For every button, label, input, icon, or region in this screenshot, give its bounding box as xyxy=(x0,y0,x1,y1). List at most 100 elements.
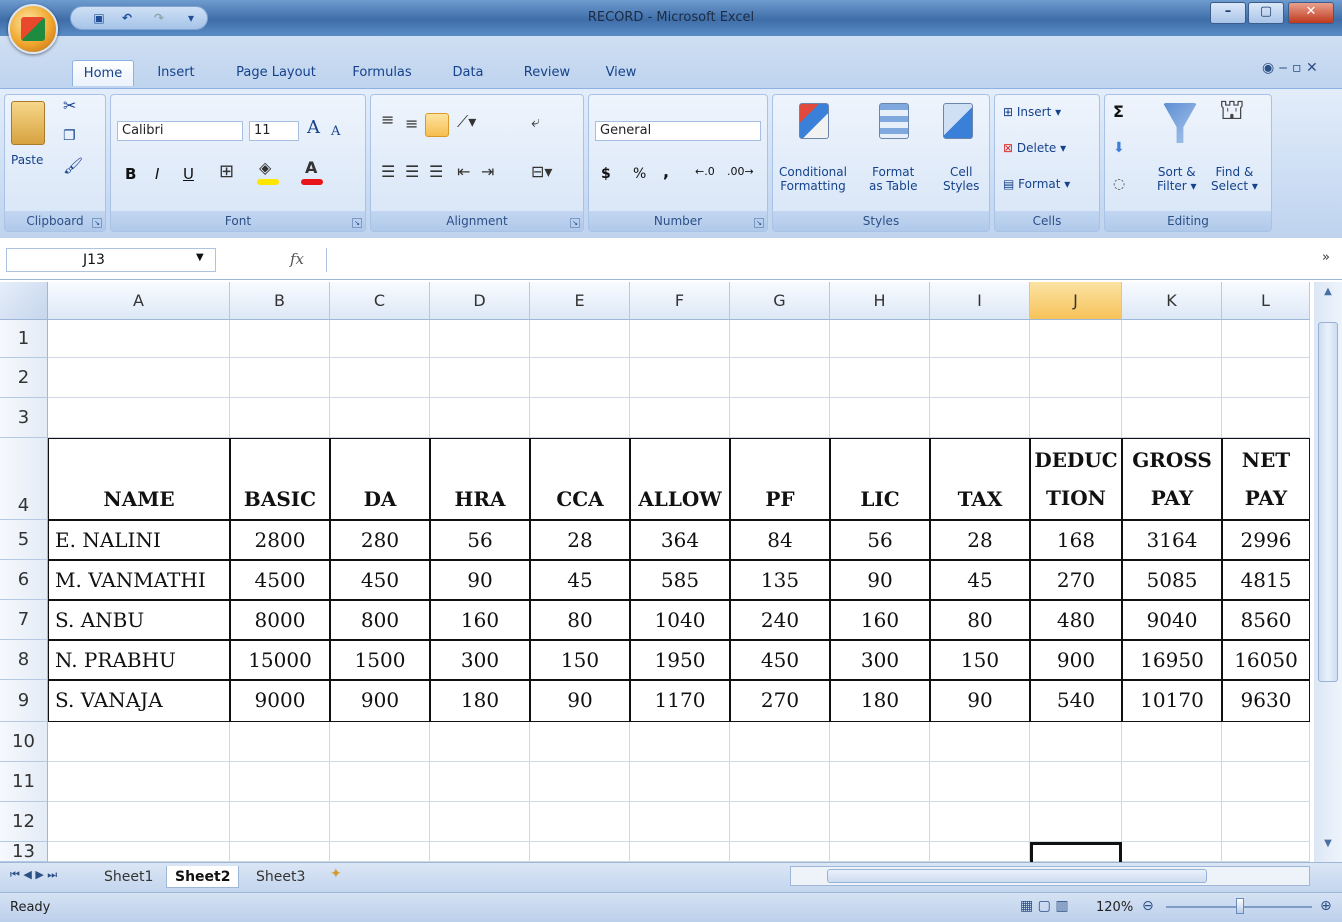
alignment-dialog-launcher[interactable]: ↘ xyxy=(570,218,580,228)
cell-L4[interactable]: NET PAY xyxy=(1222,438,1310,520)
fill-bucket-icon[interactable]: ◈ xyxy=(259,160,271,176)
cell-G6[interactable]: 135 xyxy=(730,560,830,600)
cell-H4[interactable]: LIC xyxy=(830,438,930,520)
fill-icon[interactable]: ⬇ xyxy=(1113,141,1125,155)
cell-I2[interactable] xyxy=(930,358,1030,398)
paste-button[interactable]: Paste xyxy=(11,153,43,167)
cell-I11[interactable] xyxy=(930,762,1030,802)
row-header-6[interactable]: 6 xyxy=(0,560,48,600)
column-header-i[interactable]: I xyxy=(930,282,1030,320)
cell-L10[interactable] xyxy=(1222,722,1310,762)
cell-G13[interactable] xyxy=(730,842,830,862)
expand-formula-bar-icon[interactable]: » xyxy=(1322,250,1330,265)
cell-C5[interactable]: 280 xyxy=(330,520,430,560)
cell-C11[interactable] xyxy=(330,762,430,802)
format-painter-icon[interactable]: 🖌 xyxy=(63,158,83,174)
number-format-combo[interactable]: General xyxy=(595,121,761,141)
cell-H10[interactable] xyxy=(830,722,930,762)
cell-E5[interactable]: 28 xyxy=(530,520,630,560)
cell-E11[interactable] xyxy=(530,762,630,802)
cell-L3[interactable] xyxy=(1222,398,1310,438)
cell-J2[interactable] xyxy=(1030,358,1122,398)
comma-button[interactable]: , xyxy=(663,164,669,180)
cell-A12[interactable] xyxy=(48,802,230,842)
cell-J11[interactable] xyxy=(1030,762,1122,802)
cell-E8[interactable]: 150 xyxy=(530,640,630,680)
cell-D1[interactable] xyxy=(430,320,530,358)
align-middle-icon[interactable]: ≡ xyxy=(405,116,418,132)
vertical-scroll-thumb[interactable] xyxy=(1318,322,1338,682)
cell-K10[interactable] xyxy=(1122,722,1222,762)
column-header-e[interactable]: E xyxy=(530,282,630,320)
cell-I4[interactable]: TAX xyxy=(930,438,1030,520)
cell-B3[interactable] xyxy=(230,398,330,438)
zoom-level[interactable]: 120% xyxy=(1096,900,1133,915)
cell-A9[interactable]: S. VANAJA xyxy=(48,680,230,722)
cell-I5[interactable]: 28 xyxy=(930,520,1030,560)
horizontal-scroll-thumb[interactable] xyxy=(827,869,1207,883)
cell-E2[interactable] xyxy=(530,358,630,398)
insert-cells-button[interactable]: ⊞ Insert ▾ xyxy=(1003,105,1061,119)
zoom-in-icon[interactable]: ⊕ xyxy=(1320,898,1332,914)
cell-H1[interactable] xyxy=(830,320,930,358)
autosum-button[interactable]: Σ xyxy=(1113,104,1124,120)
column-header-a[interactable]: A xyxy=(48,282,230,320)
row-header-3[interactable]: 3 xyxy=(0,398,48,438)
cell-B8[interactable]: 15000 xyxy=(230,640,330,680)
insert-sheet-icon[interactable]: ✦ xyxy=(330,866,342,882)
cell-K7[interactable]: 9040 xyxy=(1122,600,1222,640)
cell-D8[interactable]: 300 xyxy=(430,640,530,680)
shrink-font-button[interactable]: A xyxy=(331,125,340,139)
cell-C13[interactable] xyxy=(330,842,430,862)
column-header-b[interactable]: B xyxy=(230,282,330,320)
column-header-d[interactable]: D xyxy=(430,282,530,320)
cell-F3[interactable] xyxy=(630,398,730,438)
format-cells-button[interactable]: ▤ Format ▾ xyxy=(1003,177,1070,191)
cell-C12[interactable] xyxy=(330,802,430,842)
conditional-formatting-icon[interactable] xyxy=(799,103,829,139)
cell-F13[interactable] xyxy=(630,842,730,862)
sheet-tab-sheet1[interactable]: Sheet1 xyxy=(96,866,161,888)
paste-icon[interactable] xyxy=(11,101,45,145)
row-header-9[interactable]: 9 xyxy=(0,680,48,722)
cell-D5[interactable]: 56 xyxy=(430,520,530,560)
cell-I9[interactable]: 90 xyxy=(930,680,1030,722)
cell-D11[interactable] xyxy=(430,762,530,802)
percent-button[interactable]: % xyxy=(633,167,646,181)
cell-D12[interactable] xyxy=(430,802,530,842)
cell-I6[interactable]: 45 xyxy=(930,560,1030,600)
decrease-indent-icon[interactable]: ⇤ xyxy=(457,164,470,180)
underline-button[interactable]: U xyxy=(183,167,194,182)
cell-I3[interactable] xyxy=(930,398,1030,438)
tab-page-layout[interactable]: Page Layout xyxy=(226,60,326,86)
cell-J12[interactable] xyxy=(1030,802,1122,842)
cell-D4[interactable]: HRA xyxy=(430,438,530,520)
cell-E4[interactable]: CCA xyxy=(530,438,630,520)
cell-G10[interactable] xyxy=(730,722,830,762)
cell-B10[interactable] xyxy=(230,722,330,762)
zoom-out-icon[interactable]: ⊖ xyxy=(1142,898,1154,914)
column-header-g[interactable]: G xyxy=(730,282,830,320)
cell-K3[interactable] xyxy=(1122,398,1222,438)
cell-I1[interactable] xyxy=(930,320,1030,358)
cell-D2[interactable] xyxy=(430,358,530,398)
cell-B1[interactable] xyxy=(230,320,330,358)
cell-B5[interactable]: 2800 xyxy=(230,520,330,560)
cell-H13[interactable] xyxy=(830,842,930,862)
cell-C4[interactable]: DA xyxy=(330,438,430,520)
scroll-down-icon[interactable]: ▼ xyxy=(1318,838,1338,854)
cell-D3[interactable] xyxy=(430,398,530,438)
cell-F5[interactable]: 364 xyxy=(630,520,730,560)
cell-D6[interactable]: 90 xyxy=(430,560,530,600)
cell-L8[interactable]: 16050 xyxy=(1222,640,1310,680)
cell-A2[interactable] xyxy=(48,358,230,398)
select-all-corner[interactable] xyxy=(0,282,48,320)
cell-G5[interactable]: 84 xyxy=(730,520,830,560)
cell-L12[interactable] xyxy=(1222,802,1310,842)
cell-G12[interactable] xyxy=(730,802,830,842)
row-header-12[interactable]: 12 xyxy=(0,802,48,842)
cell-C7[interactable]: 800 xyxy=(330,600,430,640)
increase-indent-icon[interactable]: ⇥ xyxy=(481,164,494,180)
font-size-combo[interactable]: 11 xyxy=(249,121,299,141)
cell-L7[interactable]: 8560 xyxy=(1222,600,1310,640)
